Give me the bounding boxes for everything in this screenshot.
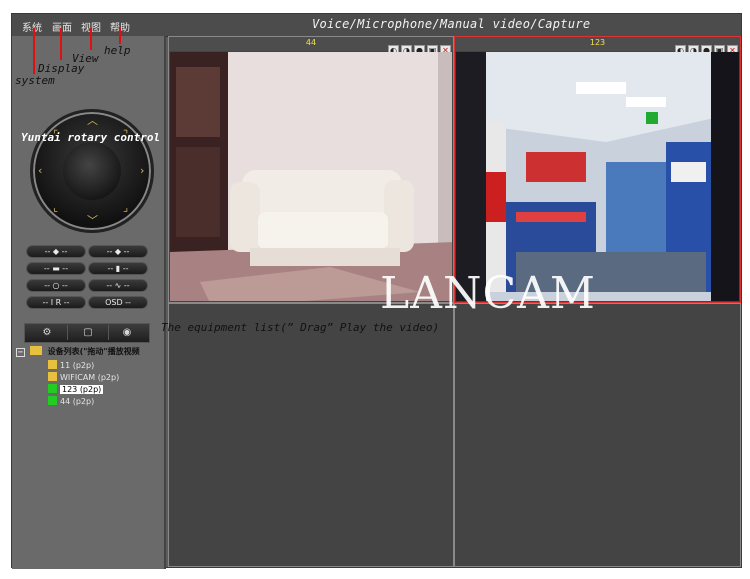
device-item-label: 44 (p2p)	[60, 397, 95, 406]
device-tree-root-label: 设备列表("拖动"播放视频	[47, 347, 140, 356]
ptz-dial[interactable]: ︿ ﹀ ‹ › ⌜ ⌝ ⌞ ⌟	[30, 109, 154, 233]
video-cell-active[interactable]: 123 ◐ ◑ ● ▣ ✕	[454, 36, 741, 303]
video-feed-living-room	[170, 52, 452, 301]
focus-button[interactable]: -- ◆ --	[88, 245, 148, 258]
cell-toolbar: ◐ ◑ ● ▣ ✕	[673, 38, 738, 56]
video-feed-store	[456, 52, 739, 301]
living-room-image	[170, 52, 452, 301]
iris-button[interactable]: -- ▬ --	[26, 262, 86, 275]
device-item-label: 11 (p2p)	[60, 361, 95, 370]
pause-button[interactable]: -- ▮ --	[88, 262, 148, 275]
ptz-center	[63, 142, 121, 200]
panel-tabbar: ⚙ ▢ ◉	[24, 323, 150, 343]
device-item[interactable]: 44 (p2p)	[48, 396, 94, 406]
cell-header: 44 ◐ ◑ ● ▣ ✕	[169, 37, 453, 56]
video-cell[interactable]: 44 ◐ ◑ ● ▣ ✕	[168, 36, 454, 303]
camera-online-icon	[48, 384, 57, 393]
annotation-view: View	[72, 52, 99, 65]
cell-header: 123 ◐ ◑ ● ▣ ✕	[455, 37, 740, 56]
annotation-help: help	[104, 44, 131, 57]
gear-icon[interactable]: ⚙	[27, 325, 67, 340]
folder-icon	[29, 346, 42, 355]
menu-display[interactable]: 画面	[52, 19, 72, 34]
cell-toolbar: ◐ ◑ ● ▣ ✕	[386, 38, 451, 56]
annotation-equipment: The equipment list(” Drag” Play the vide…	[161, 321, 440, 334]
watermark: LANCAM	[380, 268, 596, 319]
ptz-right-icon[interactable]: ›	[140, 165, 144, 176]
collapse-icon[interactable]: −	[16, 348, 25, 357]
store-image	[456, 52, 739, 301]
device-item[interactable]: 11 (p2p)	[48, 360, 94, 370]
annotation-line	[119, 28, 121, 44]
annotation-line	[60, 28, 62, 60]
video-cell-empty[interactable]	[168, 303, 454, 567]
ptz-downright-icon[interactable]: ⌟	[123, 202, 128, 213]
video-cell-empty[interactable]	[454, 303, 741, 567]
annotation-ptz: Yuntai rotary control	[21, 131, 161, 144]
clip-icon[interactable]: ▢	[67, 325, 109, 340]
ptz-up-icon[interactable]: ︿	[87, 115, 98, 126]
ptz-downleft-icon[interactable]: ⌞	[53, 202, 58, 213]
cruise-button[interactable]: -- ∿ --	[88, 279, 148, 292]
menu-system[interactable]: 系统	[22, 19, 42, 34]
control-panel: ︿ ﹀ ‹ › ⌜ ⌝ ⌞ ⌟ -- ◆ -- -- ◆ -- -- ▬ -- …	[12, 36, 166, 569]
camera-offline-icon	[48, 360, 57, 369]
annotation-line	[33, 28, 35, 74]
device-item-label: WIFICAM (p2p)	[60, 373, 120, 382]
ptz-down-icon[interactable]: ﹀	[87, 215, 98, 226]
osd-button[interactable]: OSD --	[88, 296, 148, 309]
device-item[interactable]: WIFICAM (p2p)	[48, 372, 119, 382]
camera-offline-icon	[48, 372, 57, 381]
device-tree-root[interactable]: − 设备列表("拖动"播放视频	[16, 346, 140, 357]
annotation-system: system	[15, 74, 55, 87]
ir-button[interactable]: -- I R --	[26, 296, 86, 309]
camera-online-icon	[48, 396, 57, 405]
device-item-label: 123 (p2p)	[60, 385, 104, 394]
menu-bar: 系统 画面 视图 帮助 Voice/Microphone/Manual vide…	[12, 14, 741, 37]
zoom-button[interactable]: -- ◆ --	[26, 245, 86, 258]
circle-button[interactable]: -- ○ --	[26, 279, 86, 292]
annotation-line	[90, 28, 92, 50]
ptz-left-icon[interactable]: ‹	[38, 165, 42, 176]
window-title: Voice/Microphone/Manual video/Capture	[312, 17, 591, 31]
play-icon[interactable]: ◉	[107, 325, 147, 340]
device-item-selected[interactable]: 123 (p2p)	[48, 384, 104, 394]
app-window: 系统 画面 视图 帮助 Voice/Microphone/Manual vide…	[11, 13, 742, 569]
